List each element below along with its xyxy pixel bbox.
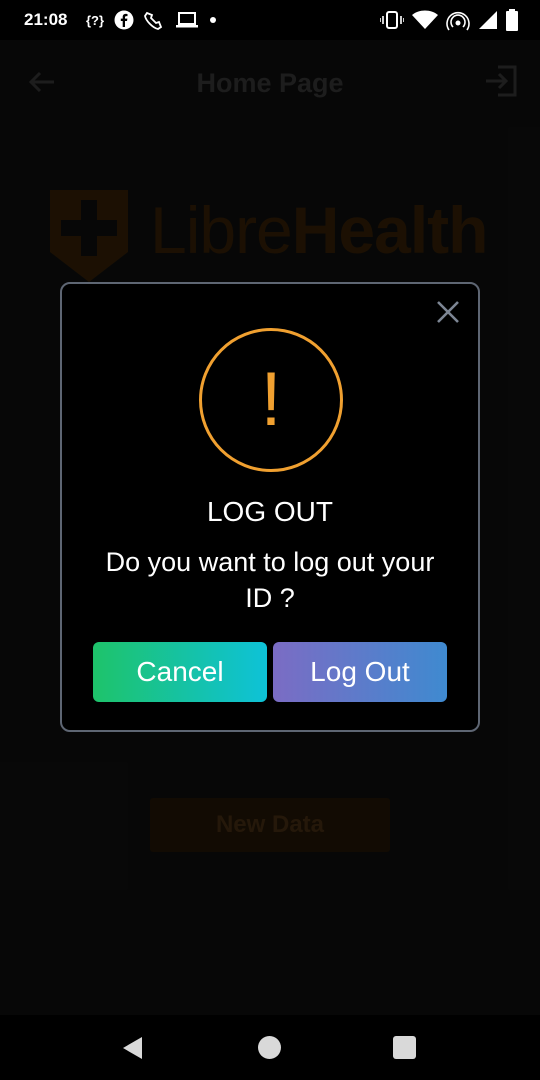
wifi-icon xyxy=(412,10,438,29)
laptop-icon xyxy=(176,12,199,28)
log-out-button[interactable]: Log Out xyxy=(273,642,447,702)
nav-back-icon[interactable] xyxy=(120,1035,146,1061)
dialog-title: LOG OUT xyxy=(206,496,333,527)
signal-icon xyxy=(479,11,497,29)
status-right-icons xyxy=(380,9,518,31)
nfc-bracket-icon: {?} xyxy=(86,12,105,28)
battery-icon xyxy=(506,9,518,31)
dialog-message: Do you want to log out your ID ? xyxy=(105,547,435,613)
hotspot-icon xyxy=(446,11,470,31)
close-icon[interactable] xyxy=(434,298,462,326)
warning-mark: ! xyxy=(260,357,282,442)
nav-home-icon[interactable] xyxy=(258,1036,281,1059)
vibrate-icon xyxy=(380,11,404,29)
logout-dialog: ! LOG OUT Do you want to log out your ID… xyxy=(60,282,480,732)
nav-recents-icon[interactable] xyxy=(393,1036,416,1059)
cancel-button[interactable]: Cancel xyxy=(93,642,267,702)
status-bar: 21:08 {?} xyxy=(0,0,540,40)
status-time: 21:08 xyxy=(24,10,68,29)
dot-icon xyxy=(210,17,217,23)
warning-icon: ! xyxy=(199,328,343,472)
phone-tools-icon xyxy=(144,11,163,30)
status-left-icons: {?} xyxy=(86,10,218,30)
facebook-icon xyxy=(114,10,134,30)
system-nav-bar xyxy=(0,1015,540,1080)
